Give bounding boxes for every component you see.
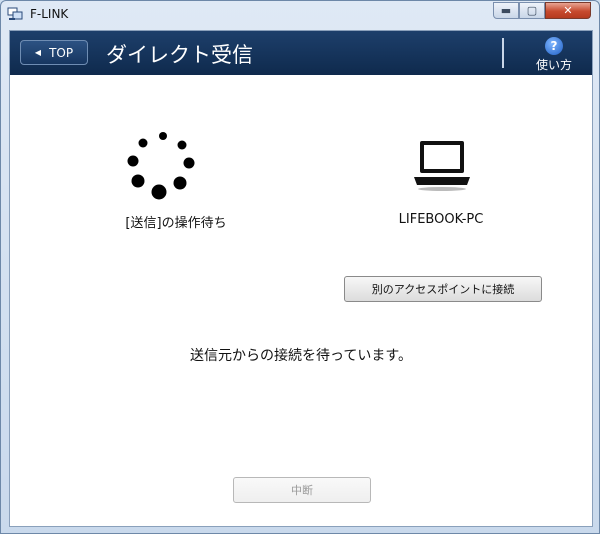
device-name: LIFEBOOK-PC bbox=[398, 212, 484, 227]
minimize-button[interactable]: ▬ bbox=[493, 2, 519, 19]
connect-other-ap-button[interactable]: 別のアクセスポイントに接続 bbox=[344, 276, 542, 302]
page-title: ダイレクト受信 bbox=[106, 43, 253, 67]
help-label: 使い方 bbox=[535, 58, 572, 72]
close-icon: ✕ bbox=[563, 4, 573, 17]
app-icon bbox=[7, 7, 23, 20]
spinner-dot bbox=[183, 157, 195, 169]
status-message: 送信元からの接続を待っています。 bbox=[190, 348, 412, 364]
spinner-dot bbox=[138, 138, 148, 148]
spinner-dot bbox=[177, 140, 187, 150]
spinner-dot bbox=[159, 132, 167, 140]
spinner-dot bbox=[127, 155, 139, 167]
spinner-dot bbox=[151, 184, 167, 200]
help-button[interactable]: ? 使い方 bbox=[526, 35, 582, 73]
status-label: [送信]の操作待ち bbox=[125, 216, 227, 231]
close-button[interactable]: ✕ bbox=[545, 2, 591, 19]
title-bar[interactable]: F-LINK ▬ ▢ ✕ bbox=[1, 1, 599, 27]
laptop-icon bbox=[414, 141, 470, 191]
spinner-dot bbox=[131, 174, 145, 188]
maximize-button[interactable]: ▢ bbox=[519, 2, 545, 19]
top-button[interactable]: ◀ TOP bbox=[20, 40, 88, 65]
header-divider bbox=[502, 38, 504, 68]
client-area: ◀ TOP ダイレクト受信 ? 使い方 [送信]の操作待ち LIFEBOOK-P… bbox=[9, 30, 593, 527]
maximize-icon: ▢ bbox=[526, 4, 538, 17]
stop-button[interactable]: 中断 bbox=[233, 477, 371, 503]
spinner-dot bbox=[173, 176, 187, 190]
window-title: F-LINK bbox=[30, 7, 69, 21]
back-arrow-icon: ◀ bbox=[34, 48, 42, 57]
top-button-label: TOP bbox=[49, 45, 74, 60]
app-window: F-LINK ▬ ▢ ✕ ◀ TOP ダイレクト受信 ? 使い方 [送信]の操作… bbox=[0, 0, 600, 534]
help-icon: ? bbox=[545, 37, 563, 55]
window-controls: ▬ ▢ ✕ bbox=[493, 2, 591, 19]
minimize-icon: ▬ bbox=[500, 4, 512, 17]
loading-spinner-icon bbox=[127, 132, 195, 200]
header-bar: ◀ TOP ダイレクト受信 ? 使い方 bbox=[10, 31, 592, 75]
